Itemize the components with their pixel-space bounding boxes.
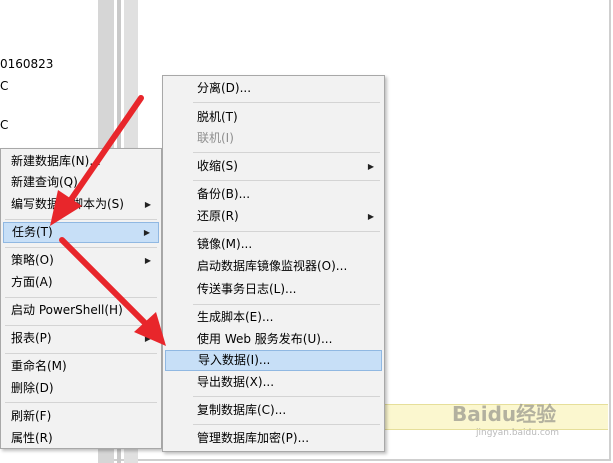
- baidu-watermark-logo: Baidu经验: [452, 402, 557, 426]
- annotation-arrows: [50, 95, 166, 346]
- arrow-to-import-data-icon: [59, 237, 166, 346]
- arrow-to-tasks-icon: [50, 95, 144, 226]
- watermark-url: jingyan.baidu.com: [476, 428, 560, 438]
